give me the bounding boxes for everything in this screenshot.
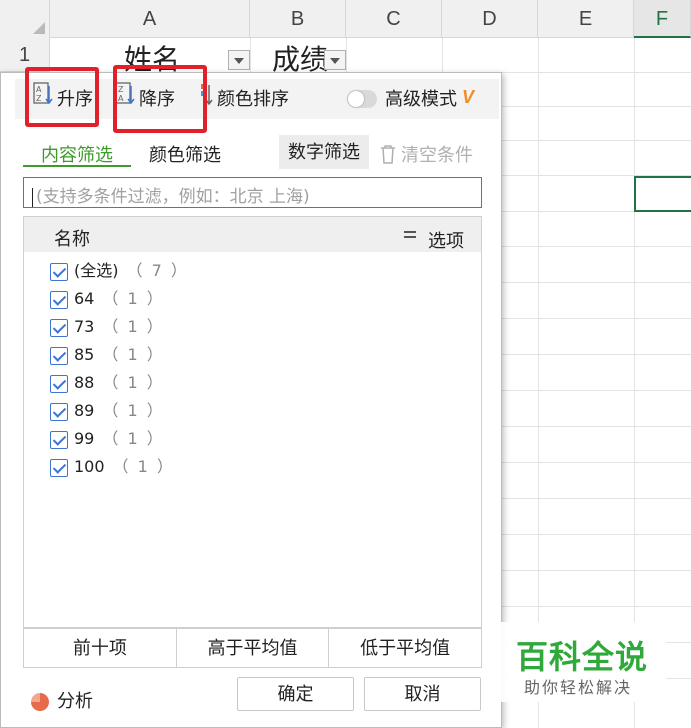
list-item-label: 85 (74, 345, 95, 364)
list-item-count: （ 1 ） (102, 317, 165, 336)
color-sort-button[interactable]: 颜色排序 (199, 79, 289, 119)
number-filter-button[interactable]: 数字筛选 (279, 135, 369, 169)
list-item-label: 73 (74, 317, 95, 336)
list-item-count: （ 1 ） (112, 457, 175, 476)
filter-dropdown-b1[interactable] (324, 50, 346, 70)
list-item[interactable]: 85 （ 1 ） (50, 341, 165, 365)
column-header-f[interactable]: F (634, 0, 691, 38)
list-item-count: （ 1 ） (102, 373, 165, 392)
list-header: 名称 选项 (24, 217, 481, 252)
watermark: 百科全说 助你轻松解决 (494, 622, 666, 702)
options-icon[interactable] (404, 231, 416, 241)
checkbox-checked-icon[interactable] (50, 430, 68, 449)
list-item[interactable]: 99 （ 1 ） (50, 425, 165, 449)
value-list: 名称 选项 (全选) （ 7 ） 64 （ 1 ） 73 （ 1 ） 85 （ 1 ） … (23, 216, 482, 628)
list-item-label: 99 (74, 429, 95, 448)
list-options-button[interactable]: 选项 (428, 227, 464, 253)
list-item-label: 88 (74, 373, 95, 392)
column-header-d[interactable]: D (442, 0, 538, 38)
column-header-b[interactable]: B (250, 0, 346, 38)
selected-cell[interactable] (634, 176, 691, 212)
list-item-count: （ 1 ） (102, 429, 165, 448)
list-item-label: (全选) (74, 261, 119, 280)
quick-filter-bar: 前十项 高于平均值 低于平均值 (23, 628, 482, 668)
search-placeholder: (支持多条件过滤，例如：北京 上海) (36, 187, 310, 207)
select-all-corner[interactable] (0, 0, 50, 38)
ok-button[interactable]: 确定 (237, 677, 354, 711)
tab-content-filter[interactable]: 内容筛选 (41, 141, 113, 167)
analyze-label: 分析 (57, 691, 93, 711)
checkbox-checked-icon[interactable] (50, 402, 68, 421)
checkbox-checked-icon[interactable] (50, 262, 68, 281)
advanced-mode-label: 高级模式 (385, 89, 457, 109)
cancel-button[interactable]: 取消 (364, 677, 481, 711)
highlight-box-descending (113, 65, 207, 133)
list-item-count: （ 1 ） (102, 345, 165, 364)
list-item-count: （ 7 ） (126, 261, 189, 280)
checkbox-checked-icon[interactable] (50, 374, 68, 393)
advanced-mode-toggle[interactable] (347, 90, 377, 108)
highlight-box-ascending (25, 67, 99, 127)
tab-color-filter[interactable]: 颜色筛选 (149, 141, 221, 167)
list-item[interactable]: 64 （ 1 ） (50, 285, 165, 309)
column-header-c[interactable]: C (346, 0, 442, 38)
checkbox-checked-icon[interactable] (50, 458, 68, 477)
checkbox-checked-icon[interactable] (50, 318, 68, 337)
list-item-count: （ 1 ） (102, 401, 165, 420)
trash-icon (379, 144, 397, 169)
checkbox-checked-icon[interactable] (50, 346, 68, 365)
list-item-label: 89 (74, 401, 95, 420)
active-tab-underline (23, 165, 131, 167)
vip-icon: V (462, 87, 475, 107)
clear-conditions-label: 清空条件 (401, 145, 473, 165)
list-item[interactable]: 100 （ 1 ） (50, 453, 175, 477)
pie-chart-icon (31, 693, 49, 712)
list-item-label: 100 (74, 457, 105, 476)
search-input[interactable]: (支持多条件过滤，例如：北京 上海) (23, 177, 482, 208)
analyze-button[interactable]: 分析 (31, 687, 93, 713)
checkbox-checked-icon[interactable] (50, 290, 68, 309)
top10-button[interactable]: 前十项 (24, 629, 177, 667)
color-sort-label: 颜色排序 (217, 89, 289, 109)
corner-triangle-icon (33, 22, 45, 34)
below-average-button[interactable]: 低于平均值 (329, 629, 481, 667)
clear-conditions-button[interactable]: 清空条件 (379, 141, 473, 169)
list-item[interactable]: 88 （ 1 ） (50, 369, 165, 393)
list-item[interactable]: 73 （ 1 ） (50, 313, 165, 337)
above-average-button[interactable]: 高于平均值 (177, 629, 330, 667)
watermark-title: 百科全说 (516, 639, 649, 675)
list-item-select-all[interactable]: (全选) （ 7 ） (50, 257, 189, 281)
column-header-e[interactable]: E (538, 0, 634, 38)
column-header-a[interactable]: A (50, 0, 250, 38)
list-header-name: 名称 (54, 229, 90, 249)
list-item-count: （ 1 ） (102, 289, 165, 308)
list-item[interactable]: 89 （ 1 ） (50, 397, 165, 421)
text-caret (32, 187, 33, 207)
list-item-label: 64 (74, 289, 95, 308)
filter-popup: AZ 升序 ZA 降序 颜色排序 高级模式 V 内容筛选 颜色筛选 数字筛选 清… (0, 65, 502, 728)
filter-dropdown-a1[interactable] (228, 50, 250, 70)
watermark-subtitle: 助你轻松解决 (524, 680, 633, 697)
